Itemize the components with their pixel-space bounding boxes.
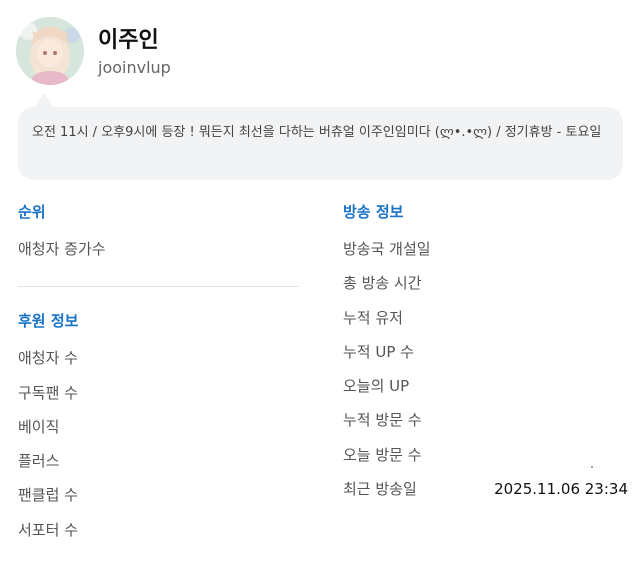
- left-column: 순위 애청자 증가수 후원 정보 애청자 수 구독팬 수 베이직 플러스 팬클럽…: [18, 198, 299, 547]
- stat-label: 플러스: [18, 452, 60, 471]
- stat-row: 누적 방문 수: [343, 403, 628, 437]
- stat-label: 오늘의 UP: [343, 377, 410, 396]
- avatar-image: [16, 17, 84, 85]
- stat-label: 애청자 수: [18, 349, 78, 368]
- stat-label: 누적 방문 수: [343, 411, 422, 430]
- right-column: 방송 정보 방송국 개설일 총 방송 시간 누적 유저 누적 UP 수 오늘의 …: [343, 198, 628, 506]
- broadcast-section-title: 방송 정보: [343, 203, 404, 221]
- stat-row: 총 방송 시간: [343, 266, 628, 300]
- stat-row-last-broadcast: 최근 방송일 2025.11.06 23:34: [343, 472, 628, 506]
- stat-label: 팬클럽 수: [18, 486, 78, 505]
- rank-section-title: 순위: [18, 203, 46, 221]
- stat-label: 구독팬 수: [18, 383, 78, 402]
- stat-row: 오늘 방문 수: [343, 438, 628, 472]
- stat-row: 플러스: [18, 444, 299, 478]
- stat-label: 애청자 증가수: [18, 240, 106, 258]
- profile-header: 이주인 jooinvlup: [16, 17, 616, 87]
- stat-row: 베이직: [18, 410, 299, 444]
- bio-text: 오전 11시 / 오후9시에 등장 ! 뭐든지 최선을 다하는 버츄얼 이주인임…: [32, 125, 602, 140]
- stat-row: 구독팬 수: [18, 376, 299, 410]
- profile-handle: jooinvlup: [98, 58, 171, 77]
- stat-row: 애청자 증가수: [18, 232, 299, 266]
- stat-row: 서포터 수: [18, 513, 299, 547]
- support-section-title: 후원 정보: [18, 312, 79, 331]
- stat-row: 누적 유저: [343, 301, 628, 335]
- stat-row: 누적 UP 수: [343, 335, 628, 369]
- last-broadcast-date: 2025.11.06 23:34: [494, 480, 628, 499]
- stat-label: 서포터 수: [18, 520, 78, 539]
- stat-row: 방송국 개설일: [343, 232, 628, 266]
- stat-label: 방송국 개설일: [343, 240, 431, 258]
- stat-label: 누적 UP 수: [343, 342, 414, 361]
- bio-bubble-tail: [34, 93, 54, 108]
- stray-dot: [591, 466, 593, 468]
- stat-label: 오늘 방문 수: [343, 445, 422, 464]
- stat-label: 베이직: [18, 417, 60, 436]
- section-divider: [18, 286, 299, 288]
- stat-row: 팬클럽 수: [18, 478, 299, 512]
- stat-row: 애청자 수: [18, 341, 299, 375]
- avatar[interactable]: [16, 17, 84, 85]
- stat-label: 누적 유저: [343, 308, 403, 327]
- stat-label: 총 방송 시간: [343, 274, 422, 293]
- stat-row: 오늘의 UP: [343, 369, 628, 403]
- profile-name: 이주인: [98, 28, 159, 53]
- bio-bubble: 오전 11시 / 오후9시에 등장 ! 뭐든지 최선을 다하는 버츄얼 이주인임…: [18, 107, 623, 180]
- stat-label: 최근 방송일: [343, 480, 417, 499]
